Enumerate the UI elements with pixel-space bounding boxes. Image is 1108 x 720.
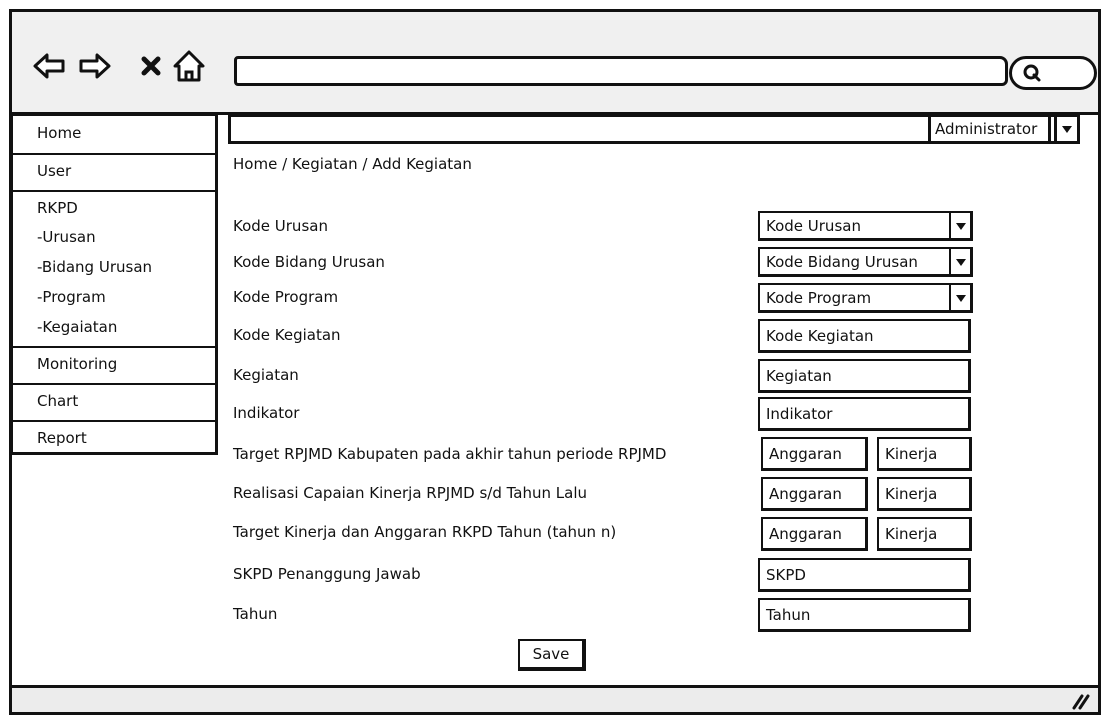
kode-program-value: Kode Program [766,289,872,307]
label-indikator: Indikator [233,404,300,422]
realisasi-anggaran-input[interactable]: Anggaran [761,477,868,511]
label-kode-urusan: Kode Urusan [233,217,328,235]
search-icon [1023,64,1041,82]
kode-urusan-dropdown-button[interactable] [949,211,973,241]
breadcrumb: Home / Kegiatan / Add Kegiatan [233,155,472,173]
user-role-select[interactable]: Administrator [928,114,1051,144]
sidebar-item-home[interactable]: Home [13,124,215,142]
kode-kegiatan-input[interactable]: Kode Kegiatan [758,319,971,353]
sidebar-divider [13,190,215,192]
sidebar-item-chart[interactable]: Chart [13,392,215,410]
label-kegiatan: Kegiatan [233,366,299,384]
sidebar-item-report[interactable]: Report [13,429,215,447]
indikator-input[interactable]: Indikator [758,397,971,431]
sidebar-divider [13,346,215,348]
resize-grip-icon[interactable] [1070,692,1092,710]
skpd-input[interactable]: SKPD [758,558,971,592]
sidebar-divider [13,153,215,155]
sidebar-item-bidang-urusan[interactable]: -Bidang Urusan [13,258,215,276]
kode-program-dropdown-button[interactable] [949,283,973,313]
stop-close-icon[interactable] [134,49,168,83]
browser-toolbar [12,12,1098,115]
forward-arrow-icon[interactable] [78,49,112,83]
label-kode-program: Kode Program [233,288,339,306]
triangle-down-icon [955,294,966,302]
label-kode-bidang-urusan: Kode Bidang Urusan [233,253,385,271]
sidebar-item-user[interactable]: User [13,162,215,180]
address-bar[interactable] [234,56,1008,86]
label-target-kinerja: Target Kinerja dan Anggaran RKPD Tahun (… [233,523,617,541]
target-kinerja-kinerja-input[interactable]: Kinerja [877,517,972,551]
kode-urusan-value: Kode Urusan [766,217,861,235]
label-tahun: Tahun [233,605,278,623]
sidebar-divider [13,383,215,385]
label-realisasi-capaian: Realisasi Capaian Kinerja RPJMD s/d Tahu… [233,484,588,502]
tahun-input[interactable]: Tahun [758,598,971,632]
target-rpjmd-kinerja-input[interactable]: Kinerja [877,437,972,471]
kode-urusan-select[interactable]: Kode Urusan [758,211,973,241]
sidebar-divider [13,420,215,422]
sidebar-item-monitoring[interactable]: Monitoring [13,355,215,373]
kode-bidang-urusan-dropdown-button[interactable] [949,247,973,277]
label-target-rpjmd: Target RPJMD Kabupaten pada akhir tahun … [233,445,667,463]
target-rpjmd-anggaran-input[interactable]: Anggaran [761,437,868,471]
save-button[interactable]: Save [518,639,586,671]
label-skpd: SKPD Penanggung Jawab [233,565,421,583]
triangle-down-icon [955,258,966,266]
triangle-down-icon [955,222,966,230]
label-kode-kegiatan: Kode Kegiatan [233,326,341,344]
search-button[interactable] [1009,56,1097,90]
sidebar-item-urusan[interactable]: -Urusan [13,228,215,246]
kegiatan-input[interactable]: Kegiatan [758,359,971,393]
kode-program-select[interactable]: Kode Program [758,283,973,313]
status-bar [12,685,1098,712]
target-kinerja-anggaran-input[interactable]: Anggaran [761,517,868,551]
back-arrow-icon[interactable] [32,49,66,83]
sidebar-menu: Home User RKPD -Urusan -Bidang Urusan -P… [10,113,218,455]
home-icon[interactable] [172,49,206,83]
kode-bidang-urusan-value: Kode Bidang Urusan [766,253,918,271]
header-bar: Administrator [228,114,1080,144]
realisasi-kinerja-input[interactable]: Kinerja [877,477,972,511]
sidebar-item-program[interactable]: -Program [13,288,215,306]
sidebar-item-rkpd[interactable]: RKPD [13,199,215,217]
sidebar-item-kegiatan[interactable]: -Kegaiatan [13,318,215,336]
triangle-down-icon [1062,126,1072,133]
user-role-dropdown-button[interactable] [1054,114,1080,144]
kode-bidang-urusan-select[interactable]: Kode Bidang Urusan [758,247,973,277]
